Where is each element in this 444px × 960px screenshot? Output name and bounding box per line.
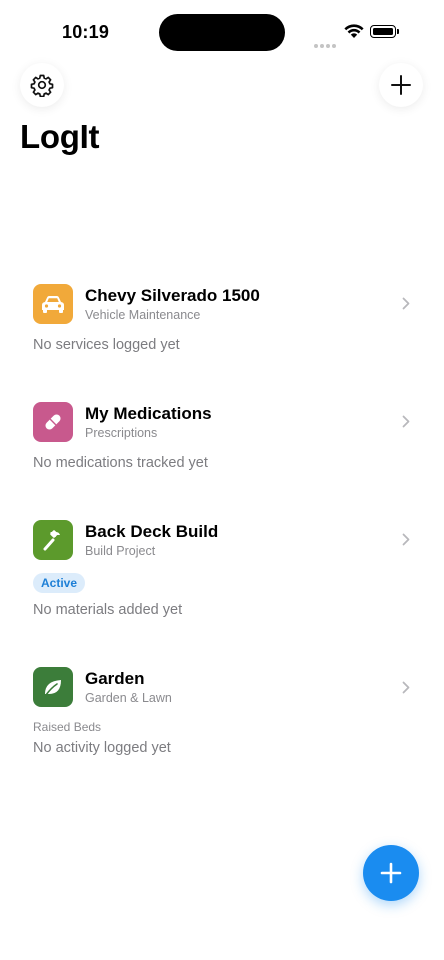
chevron-right-icon — [402, 681, 410, 694]
item-title: Garden — [85, 669, 145, 688]
item-note: No activity logged yet — [33, 740, 171, 756]
item-icon-tile — [33, 284, 73, 324]
pill-icon — [45, 414, 61, 430]
settings-button[interactable] — [20, 63, 64, 107]
list-item-garden[interactable]: Garden Garden & Lawn Raised Beds No acti… — [0, 666, 444, 766]
leaf-icon — [45, 680, 61, 696]
list-item-vehicle[interactable]: Chevy Silverado 1500 Vehicle Maintenance… — [0, 282, 444, 362]
cellular-signal-icon — [314, 35, 338, 53]
item-subtitle: Prescriptions — [85, 426, 158, 440]
battery-icon — [370, 25, 399, 38]
list-item-build-project[interactable]: Back Deck Build Build Project Active No … — [0, 518, 444, 628]
gear-icon — [30, 74, 54, 97]
hammer-icon — [43, 530, 60, 551]
item-label: Raised Beds — [33, 720, 102, 734]
status-time: 10:19 — [62, 22, 110, 42]
wifi-icon — [344, 24, 364, 38]
item-note: No services logged yet — [33, 337, 180, 353]
chevron-right-icon — [402, 533, 410, 546]
item-icon-tile — [33, 402, 73, 442]
status-badge: Active — [33, 573, 86, 593]
page-title: LogIt — [20, 118, 100, 155]
item-title: Back Deck Build — [85, 522, 219, 541]
list-item-medications[interactable]: My Medications Prescriptions No medicati… — [0, 400, 444, 480]
add-button[interactable] — [379, 63, 423, 107]
item-subtitle: Build Project — [85, 544, 156, 558]
plus-icon — [380, 862, 402, 884]
item-title: Chevy Silverado 1500 — [85, 286, 260, 305]
item-icon-tile — [33, 520, 73, 560]
floating-add-button[interactable] — [363, 845, 419, 901]
car-icon — [42, 296, 64, 313]
item-title: My Medications — [85, 404, 212, 423]
chevron-right-icon — [402, 297, 410, 310]
chevron-right-icon — [402, 415, 410, 428]
item-subtitle: Vehicle Maintenance — [85, 308, 201, 322]
item-icon-tile — [33, 667, 73, 707]
status-bar: 10:19 — [0, 0, 444, 60]
item-note: No medications tracked yet — [33, 455, 208, 471]
plus-icon — [391, 75, 411, 95]
item-note: No materials added yet — [33, 602, 183, 618]
dynamic-island — [159, 14, 285, 51]
item-subtitle: Garden & Lawn — [85, 691, 172, 705]
